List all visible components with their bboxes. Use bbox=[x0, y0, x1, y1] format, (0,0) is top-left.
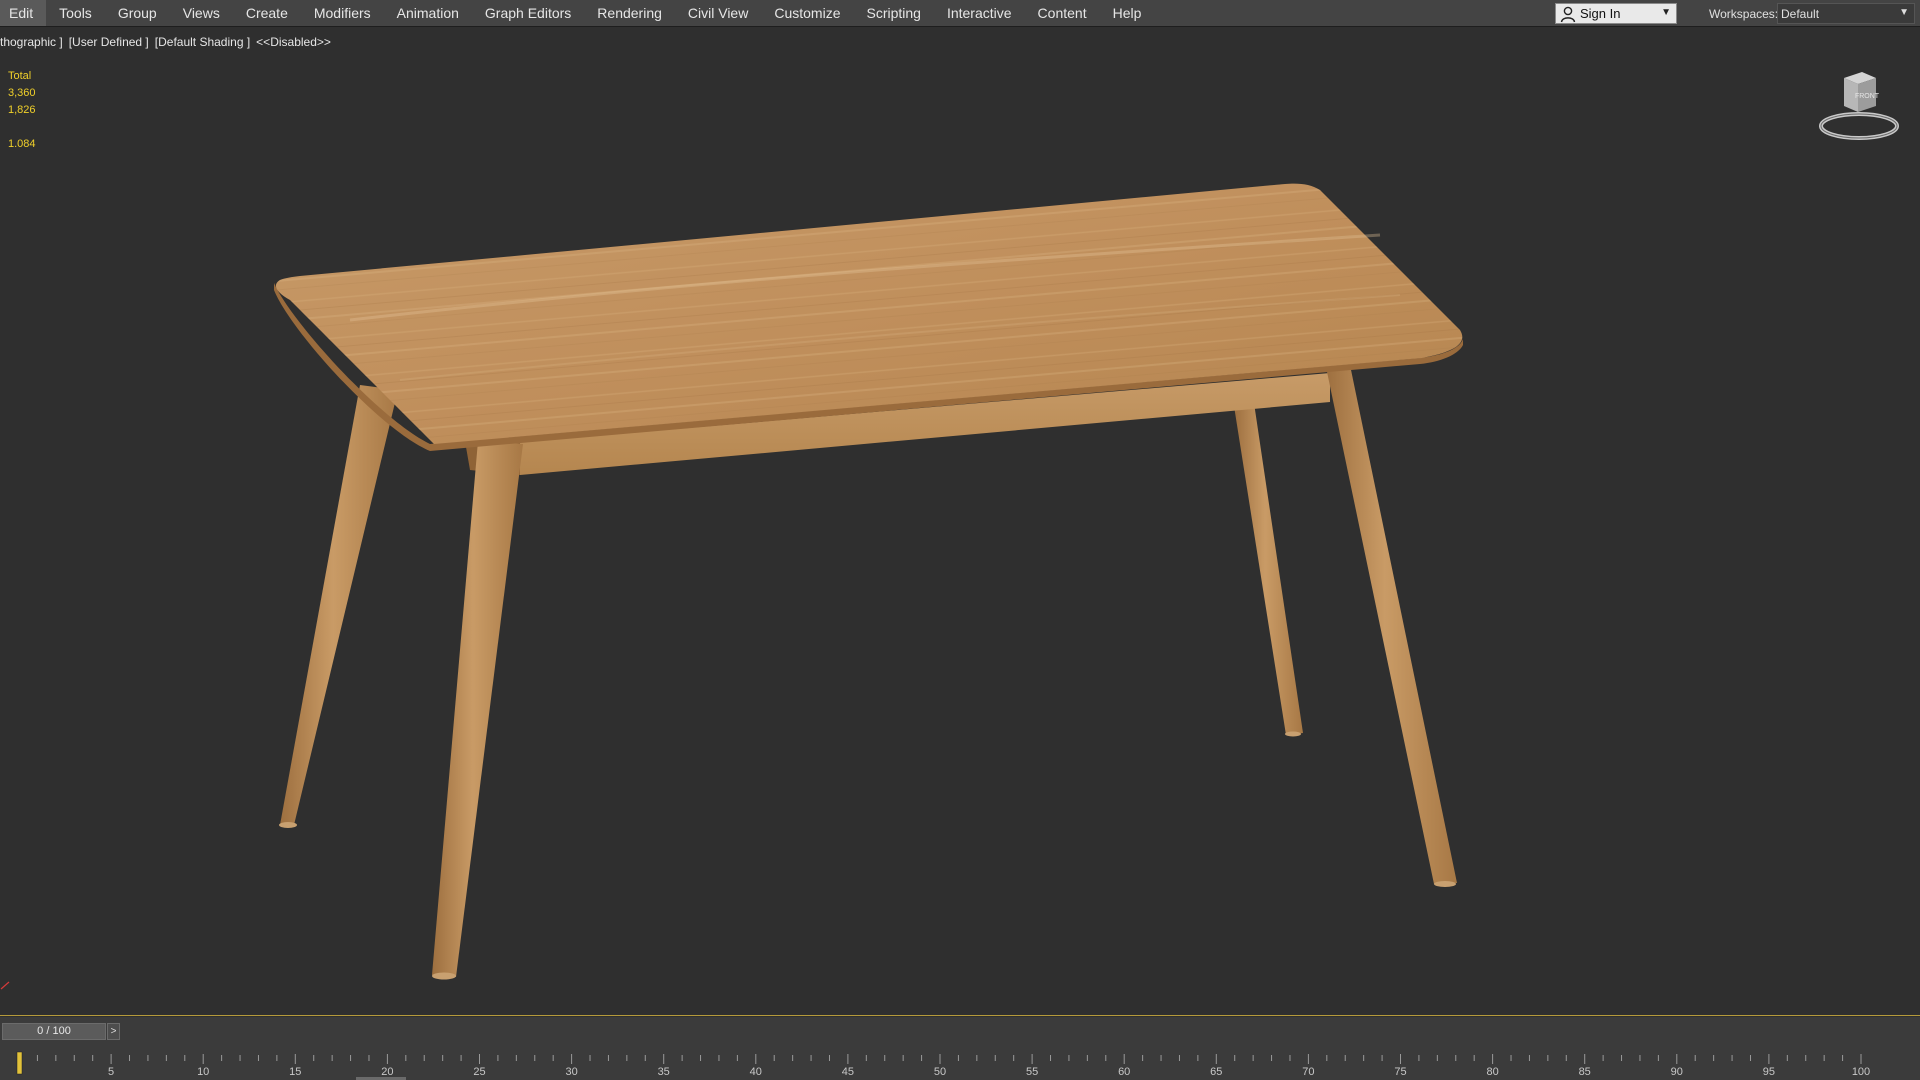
table-leg-front-right[interactable] bbox=[1326, 365, 1457, 884]
track-tick-label: 65 bbox=[1210, 1066, 1222, 1078]
menu-help[interactable]: Help bbox=[1100, 0, 1155, 26]
menu-graph-editors[interactable]: Graph Editors bbox=[472, 0, 584, 26]
menu-customize[interactable]: Customize bbox=[761, 0, 853, 26]
track-tick-label: 60 bbox=[1118, 1066, 1130, 1078]
menu-rendering[interactable]: Rendering bbox=[584, 0, 675, 26]
chevron-down-icon[interactable]: ▼ bbox=[1899, 7, 1909, 18]
track-tick-label: 50 bbox=[934, 1066, 946, 1078]
menu-bar: Edit Tools Group Views Create Modifiers Animat… bbox=[0, 0, 1920, 27]
track-tick-label: 35 bbox=[658, 1066, 670, 1078]
track-tick-label: 40 bbox=[750, 1066, 762, 1078]
track-tick-label: 75 bbox=[1394, 1066, 1406, 1078]
viewcube-icon[interactable]: FRONT bbox=[1818, 66, 1904, 146]
perspective-viewport[interactable]: thographic ] [User Defined ] [Default Sh… bbox=[0, 28, 1920, 1016]
axis-tripod-icon bbox=[0, 981, 10, 990]
table-leg-back-left[interactable] bbox=[280, 385, 398, 825]
track-tick-label: 30 bbox=[565, 1066, 577, 1078]
current-frame-marker[interactable] bbox=[16, 1051, 23, 1075]
track-tick-label: 70 bbox=[1302, 1066, 1314, 1078]
menu-create[interactable]: Create bbox=[233, 0, 301, 26]
track-tick-label: 45 bbox=[842, 1066, 854, 1078]
track-tick-label: 5 bbox=[108, 1066, 114, 1078]
track-tick-label: 10 bbox=[197, 1066, 209, 1078]
track-tick-label: 100 bbox=[1852, 1066, 1870, 1078]
time-slider-bar: 0 / 100 > bbox=[0, 1017, 1920, 1047]
menu-modifiers[interactable]: Modifiers bbox=[301, 0, 384, 26]
menu-content[interactable]: Content bbox=[1025, 0, 1100, 26]
workspaces-label: Workspaces: bbox=[1709, 7, 1779, 21]
time-slider[interactable]: 0 / 100 bbox=[2, 1023, 106, 1040]
menu-group[interactable]: Group bbox=[105, 0, 170, 26]
sign-in-button[interactable]: Sign In ▼ bbox=[1555, 3, 1677, 24]
track-tick-label: 55 bbox=[1026, 1066, 1038, 1078]
menu-interactive[interactable]: Interactive bbox=[934, 0, 1025, 26]
menu-tools[interactable]: Tools bbox=[46, 0, 105, 26]
menu-items: Edit Tools Group Views Create Modifiers Animat… bbox=[0, 0, 1154, 26]
viewcube-face-label: FRONT bbox=[1855, 93, 1880, 100]
workspaces-dropdown[interactable]: Default ▼ bbox=[1777, 3, 1915, 24]
table-leg-front-left[interactable] bbox=[432, 441, 523, 977]
menu-views[interactable]: Views bbox=[170, 0, 233, 26]
track-tick-label: 80 bbox=[1486, 1066, 1498, 1078]
menu-civil-view[interactable]: Civil View bbox=[675, 0, 761, 26]
track-tick-label: 90 bbox=[1671, 1066, 1683, 1078]
next-frame-button[interactable]: > bbox=[107, 1023, 120, 1040]
track-tick-label: 15 bbox=[289, 1066, 301, 1078]
user-icon bbox=[1560, 6, 1576, 22]
track-tick-label: 20 bbox=[381, 1066, 393, 1078]
table-leg-back-right[interactable] bbox=[1234, 403, 1303, 735]
track-tick-label: 95 bbox=[1763, 1066, 1775, 1078]
menu-scripting[interactable]: Scripting bbox=[853, 0, 933, 26]
track-tick-label: 25 bbox=[473, 1066, 485, 1078]
menu-animation[interactable]: Animation bbox=[384, 0, 472, 26]
sign-in-label: Sign In bbox=[1580, 6, 1621, 21]
workspaces-value: Default bbox=[1781, 6, 1820, 21]
menu-edit[interactable]: Edit bbox=[0, 0, 47, 26]
table-model[interactable] bbox=[0, 28, 1920, 1016]
track-bar[interactable]: 5 10 15 20 25 30 35 40 45 50 55 60 65 70 75 80 85 90 95 100 bbox=[0, 1047, 1920, 1080]
track-tick-label: 85 bbox=[1579, 1066, 1591, 1078]
track-bar-ruler[interactable]: 5 10 15 20 25 30 35 40 45 50 55 60 65 70 75 80 85 90 95 100 bbox=[0, 1047, 1920, 1080]
chevron-down-icon[interactable]: ▼ bbox=[1661, 7, 1671, 18]
